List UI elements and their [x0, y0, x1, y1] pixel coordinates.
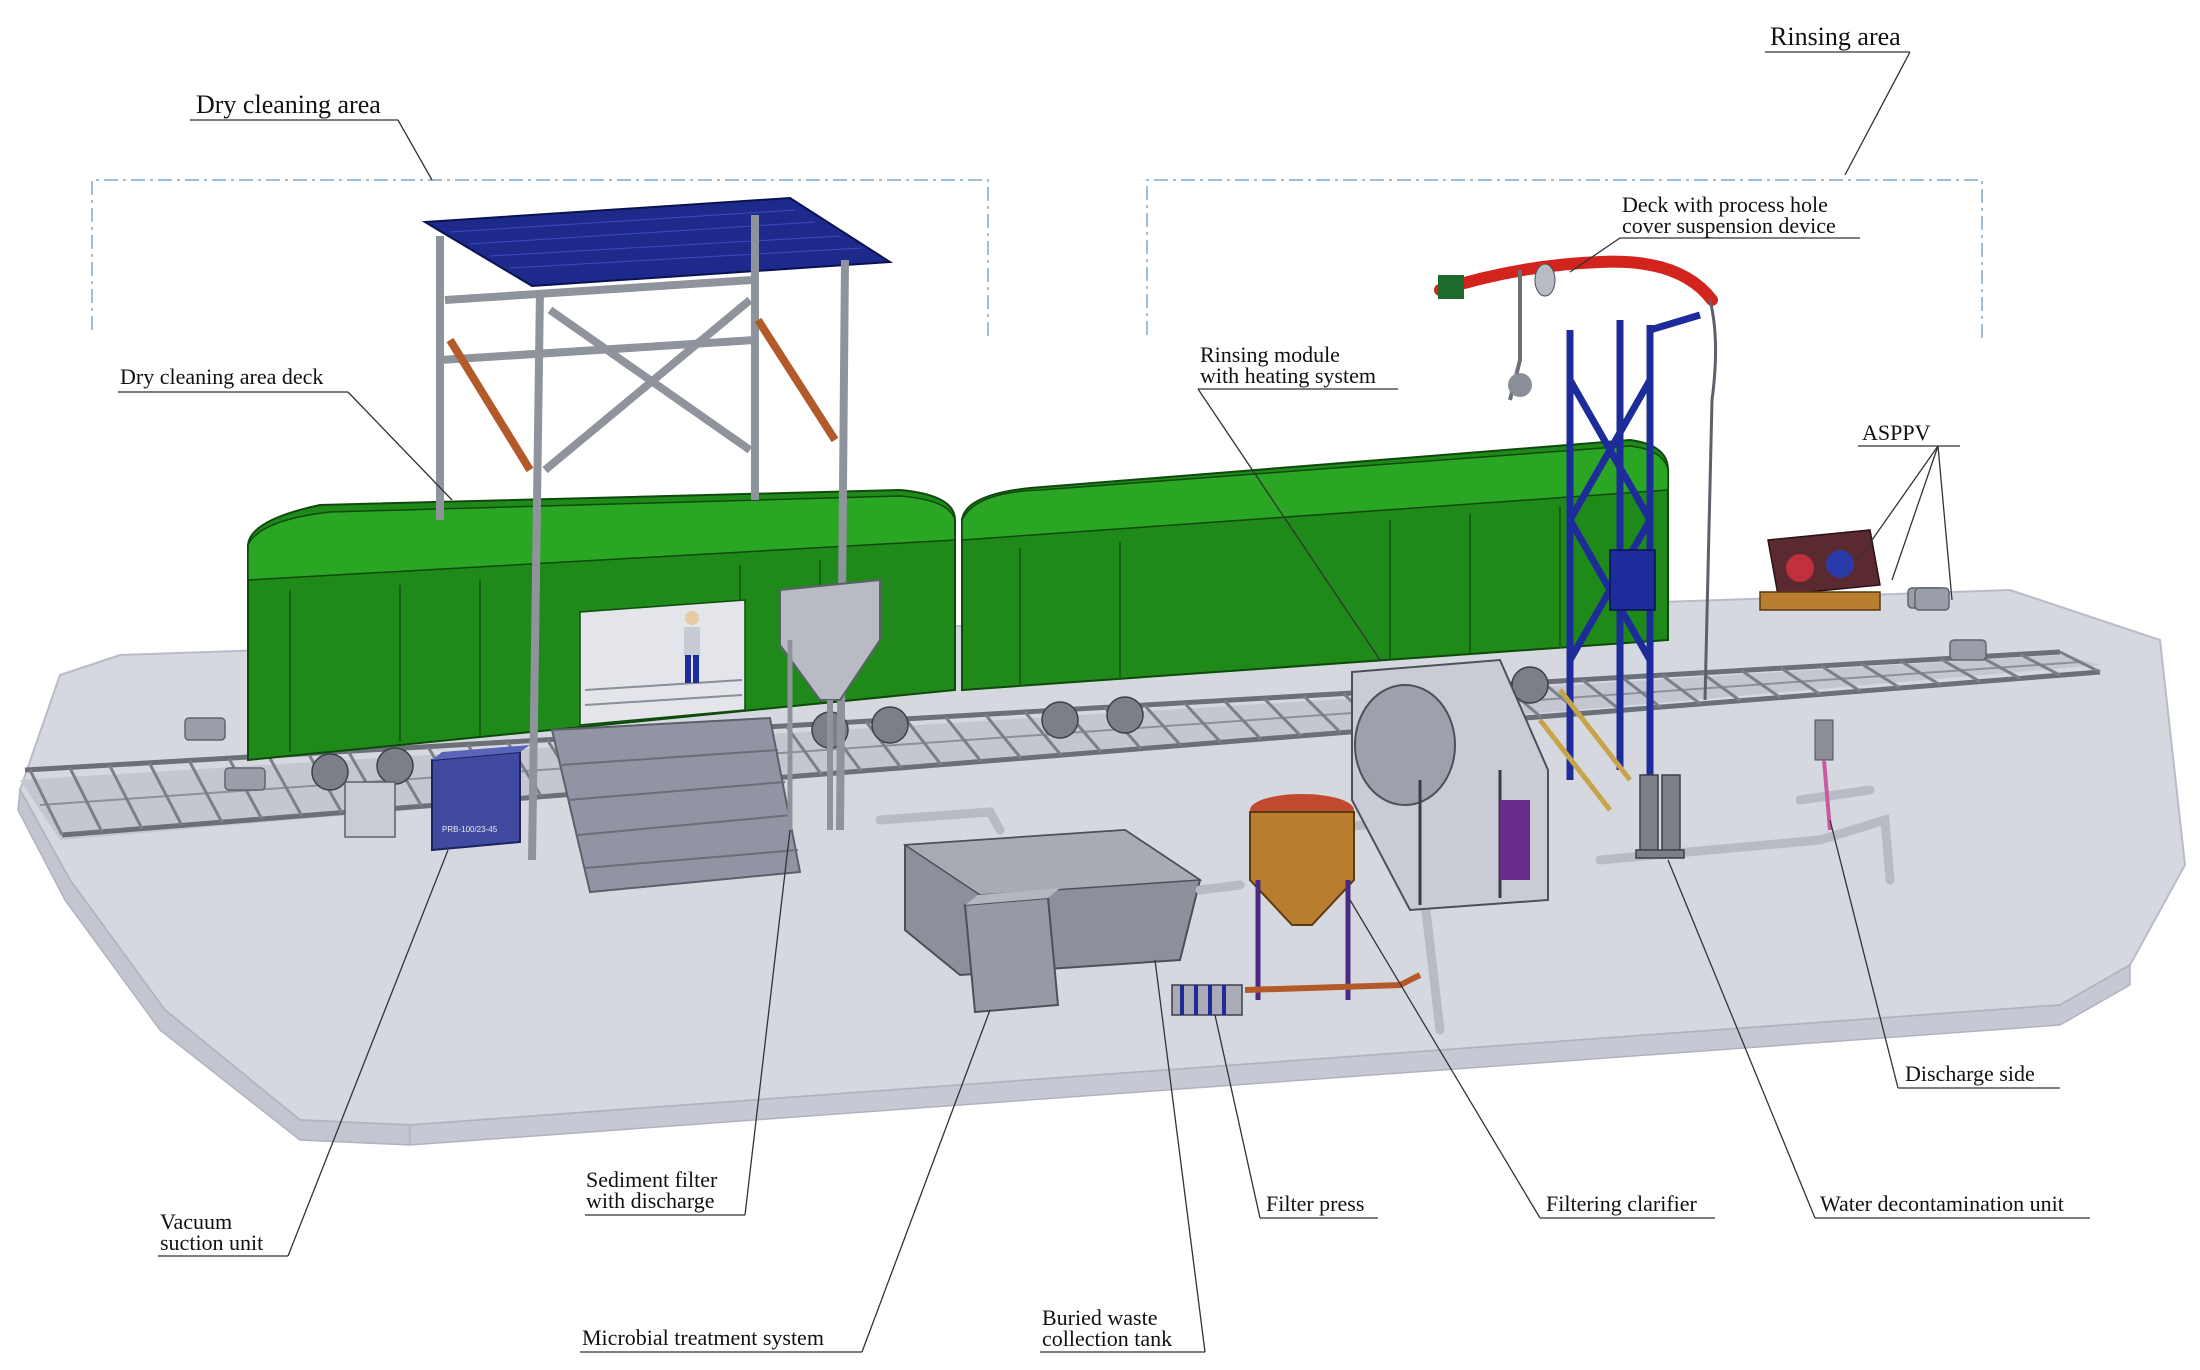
vacuum-label-2: suction unit: [160, 1230, 263, 1255]
rinsing-area-label: Rinsing area: [1770, 22, 1901, 51]
microbial-treatment-unit: [963, 888, 1060, 1014]
sediment-label-2: with discharge: [586, 1188, 715, 1213]
access-stairs: [550, 716, 802, 894]
facility-diagram: PRB-100/23-45 Dry cleaning area Rinsing …: [17, 22, 2187, 1353]
buried-tank-label-2: collection tank: [1042, 1326, 1172, 1351]
asppv-label: ASPPV: [1862, 420, 1931, 445]
asppv-unit: [1759, 529, 1881, 611]
rinse-control-box: [1609, 549, 1656, 611]
discharge-side-label: Discharge side: [1905, 1061, 2035, 1086]
vacuum-unit-plate: PRB-100/23-45: [442, 825, 498, 834]
clarifier-label: Filtering clarifier: [1546, 1191, 1698, 1216]
filter-press-label: Filter press: [1266, 1191, 1364, 1216]
decon-unit-label: Water decontamination unit: [1820, 1191, 2064, 1216]
rail-stopper-right: [1914, 587, 1950, 611]
dry-cleaning-area-label: Dry cleaning area: [196, 90, 381, 119]
deck-hole-label-2: cover suspension device: [1622, 213, 1836, 238]
dry-deck-label: Dry cleaning area deck: [120, 364, 323, 389]
rinsing-module-label-2: with heating system: [1200, 363, 1376, 388]
microbial-label: Microbial treatment system: [582, 1325, 824, 1350]
